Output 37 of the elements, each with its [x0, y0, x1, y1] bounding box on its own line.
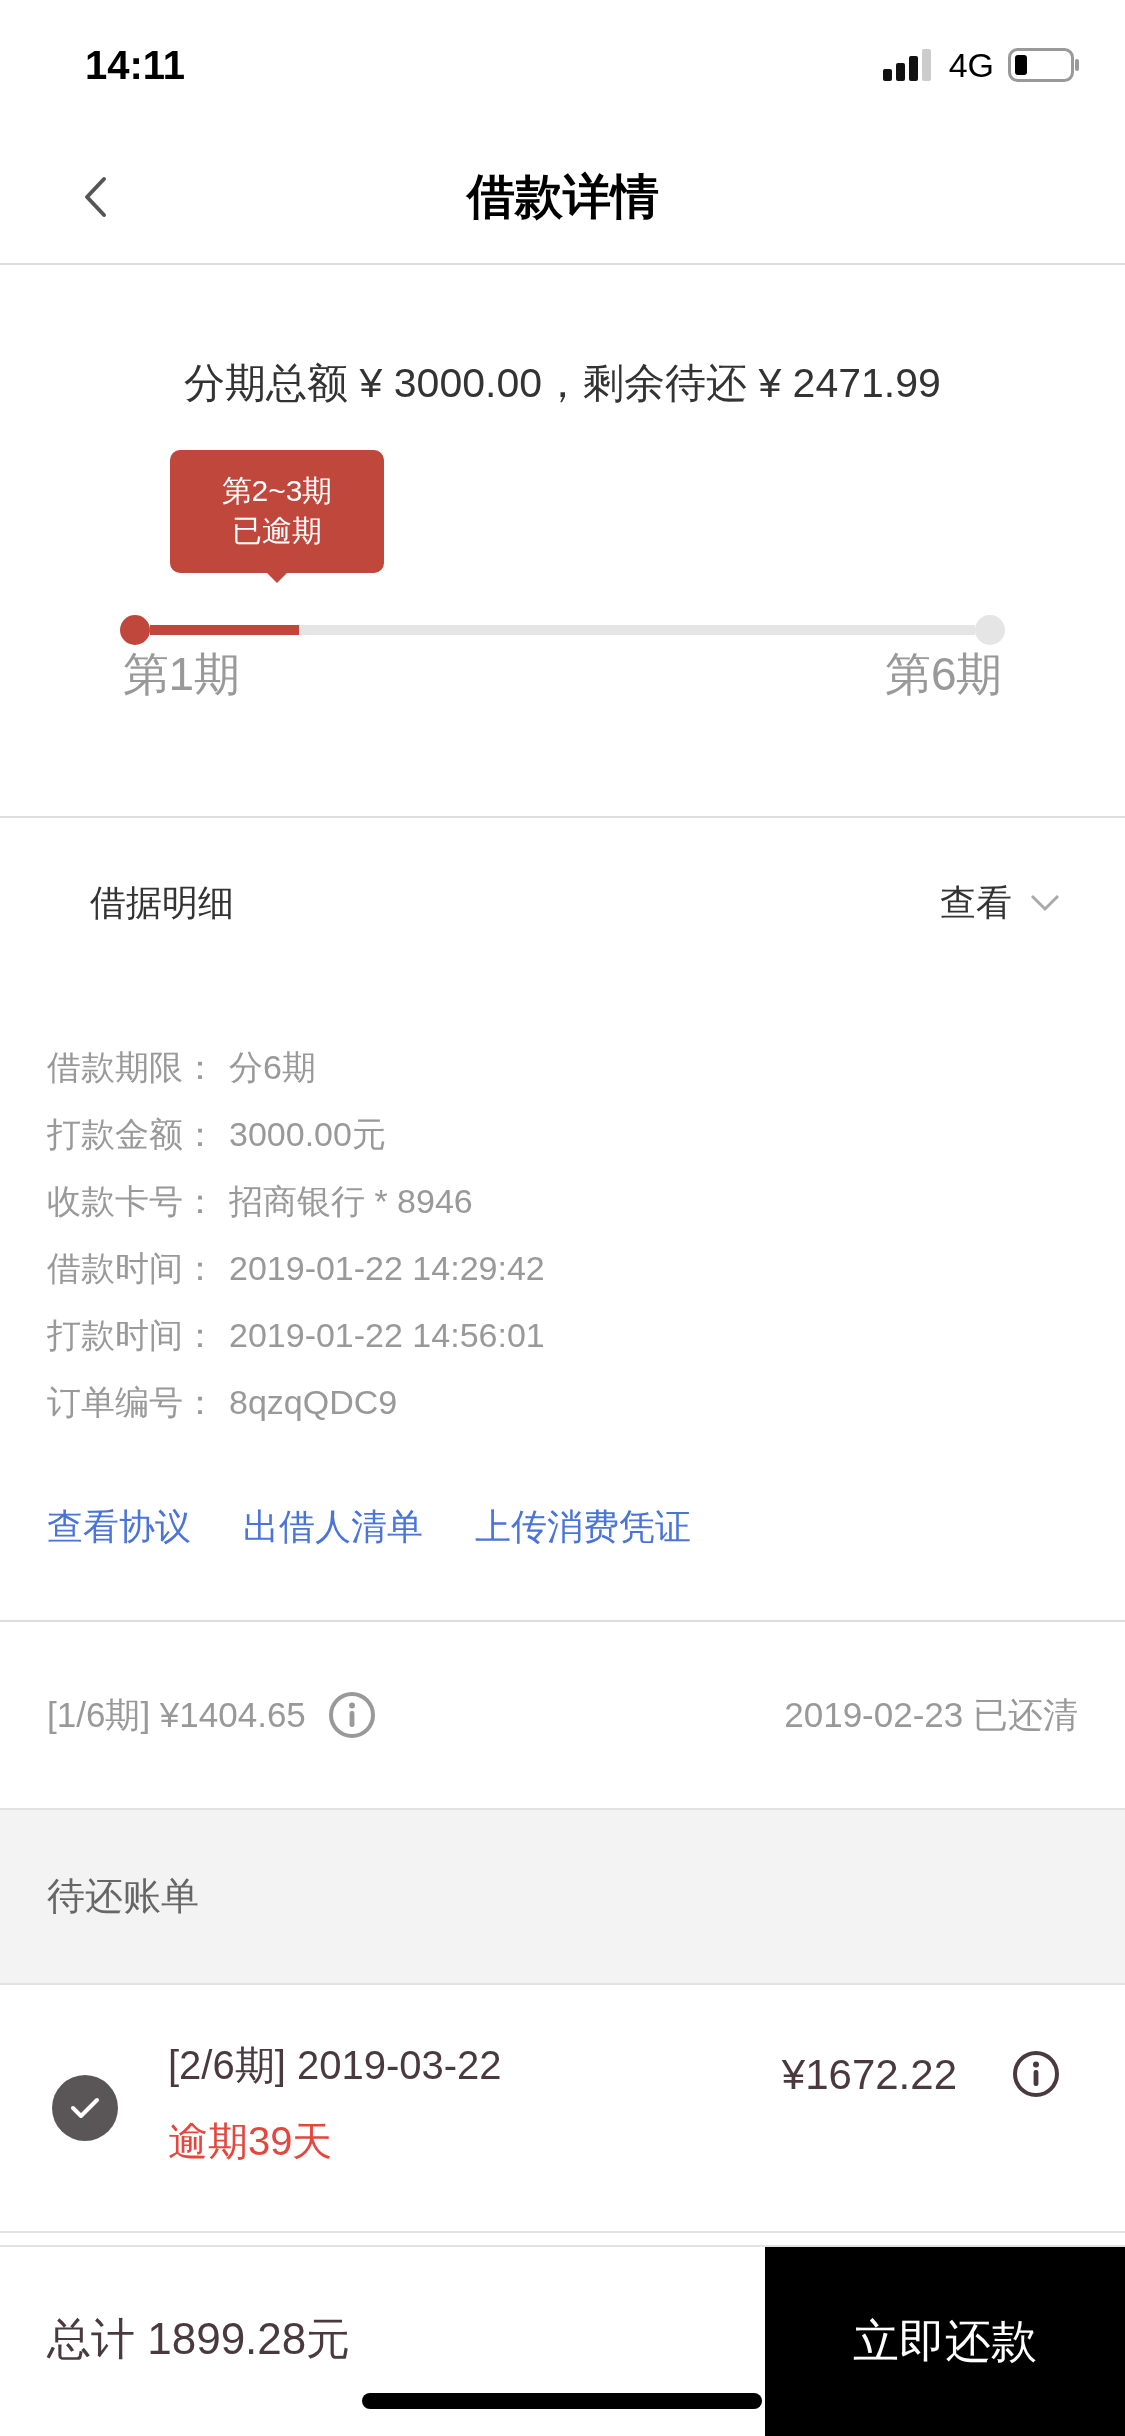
- bill-period: [2/6期] 2019-03-22: [168, 2042, 502, 2089]
- detail-value: 2019-01-22 14:29:42: [229, 1248, 545, 1289]
- detail-value: 分6期: [229, 1047, 316, 1088]
- bill-amount: ¥1672.22: [781, 2049, 957, 2100]
- chevron-icon: [1030, 894, 1060, 912]
- back-icon: [83, 175, 107, 218]
- detail-label: 打款时间：: [47, 1315, 217, 1356]
- battery-icon: [1008, 48, 1080, 82]
- detail-label: 收款卡号：: [47, 1181, 217, 1222]
- text-link[interactable]: 上传消费凭证: [475, 1500, 691, 1554]
- info-icon[interactable]: [1012, 2050, 1060, 2098]
- paid-status: 2019-02-23 已还清: [784, 1693, 1078, 1736]
- network-label: 4G: [948, 44, 994, 86]
- pay-now-button[interactable]: 立即还款: [765, 2247, 1125, 2436]
- detail-value: 招商银行 * 8946: [229, 1181, 473, 1222]
- section-title: 借据明细: [90, 881, 234, 925]
- view-toggle[interactable]: 查看: [940, 876, 1060, 930]
- page-title: 借款详情: [466, 168, 659, 225]
- detail-label: 借款时间：: [47, 1248, 217, 1289]
- status-time: 14:11: [85, 42, 186, 89]
- start-label: 第1期: [122, 646, 241, 702]
- detail-value: 3000.00元: [229, 1114, 386, 1155]
- text-link[interactable]: 出借人清单: [243, 1500, 423, 1554]
- detail-label: 借款期限：: [47, 1047, 217, 1088]
- detail-value: 2019-01-22 14:56:01: [229, 1315, 545, 1356]
- end-label: 第6期: [884, 646, 1003, 702]
- tooltip-arrow: [267, 572, 287, 583]
- text-link[interactable]: 查看协议: [47, 1500, 191, 1554]
- paid-installment: [1/6期] ¥1404.65: [47, 1693, 306, 1736]
- overdue-days: 逾期39天: [168, 2111, 502, 2171]
- check-icon: [70, 2097, 100, 2119]
- pending-title: 待还账单: [47, 1874, 199, 1919]
- detail-value: 8qzqQDC9: [229, 1382, 398, 1423]
- total-amount: 总计 1899.28元: [46, 2313, 351, 2365]
- detail-label: 订单编号：: [47, 1382, 217, 1423]
- detail-label: 打款金额：: [47, 1114, 217, 1155]
- summary-text: 分期总额 ¥ 3000.00，剩余待还 ¥ 2471.99: [184, 359, 941, 408]
